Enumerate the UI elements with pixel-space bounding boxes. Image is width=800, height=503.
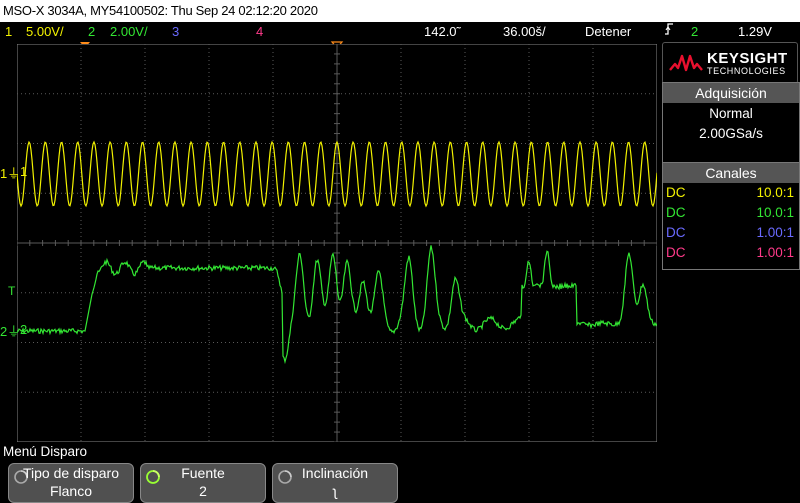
acquisition-mode: Normal [709,106,753,121]
ch1-marker-label: 1 [0,166,8,181]
ch1-trace-label: 1 [20,164,28,179]
ch1-ground-marker[interactable]: 1⏚ [0,163,20,182]
run-state[interactable]: Detener [585,22,631,42]
waveform-display[interactable] [17,44,657,442]
ch1-probe: 10.0:1 [756,185,794,200]
title-bar: MSO-X 3034A, MY54100502: Thu Sep 24 02:1… [0,0,800,22]
keysight-wave-icon [669,54,703,72]
channel-row-3[interactable]: DC 1.00:1 [663,223,799,243]
ch3-number[interactable]: 3 [172,22,179,42]
channels-header: Canales [663,163,799,183]
trigger-type-label: Tipo de disparo [23,465,119,481]
ch3-coupling: DC [666,225,686,240]
trigger-slope-icon [664,22,674,42]
channel-row-1[interactable]: DC 10.0:1 [663,183,799,203]
ch2-probe: 10.0:1 [756,205,794,220]
trigger-source[interactable]: 2 [691,22,698,42]
source-value: 2 [199,483,207,499]
trigger-type-softkey[interactable]: Tipo de disparo Flanco [8,463,134,503]
channel-row-4[interactable]: DC 1.00:1 [663,243,799,263]
ch2-marker-label: 2 [0,324,8,339]
status-bar: 1 5.00V/ 2 2.00V/ 3 4 142.0̃ 36.00š/ Det… [0,22,800,42]
ch4-probe: 1.00:1 [756,245,794,260]
acquisition-header: Adquisición [663,83,799,103]
channels-panel[interactable]: Canales DC 10.0:1 DC 10.0:1 DC 1.00:1 DC… [662,162,800,270]
acquisition-panel[interactable]: Adquisición Normal 2.00GSa/s [662,82,800,164]
menu-title: Menú Disparo [3,444,88,459]
ch3-probe: 1.00:1 [756,225,794,240]
ch1-scale[interactable]: 5.00V/ [26,22,64,42]
trigger-type-value: Flanco [49,483,93,499]
ch2-number[interactable]: 2 [88,22,95,42]
ch1-number[interactable]: 1 [5,22,12,42]
side-panel: KEYSIGHT TECHNOLOGIES Adquisición Normal… [660,42,800,442]
ch1-coupling: DC [666,185,686,200]
acquisition-rate: 2.00GSa/s [699,126,763,141]
ch2-scale[interactable]: 2.00V/ [110,22,148,42]
delay-readout[interactable]: 142.0̃ [424,22,457,42]
keysight-logo: KEYSIGHT TECHNOLOGIES [662,42,798,84]
slope-label: Inclinación [301,465,369,481]
ch2-ground-marker[interactable]: 2⏚ [0,321,20,340]
ch4-number[interactable]: 4 [256,22,263,42]
title-text: MSO-X 3034A, MY54100502: Thu Sep 24 02:1… [3,3,318,18]
ch2-trace-label: 2 [20,322,28,337]
brand-subtitle: TECHNOLOGIES [707,66,786,76]
ch4-coupling: DC [666,245,686,260]
trigger-level[interactable]: 1.29V [738,22,772,42]
slope-softkey[interactable]: Inclinación ʅ [272,463,398,503]
source-label: Fuente [181,465,225,481]
channel-row-2[interactable]: DC 10.0:1 [663,203,799,223]
trigger-level-marker[interactable]: T [8,284,15,298]
timebase-readout[interactable]: 36.00š/ [503,22,546,42]
brand-name: KEYSIGHT [707,50,788,67]
slope-value: ʅ [333,483,337,499]
ch2-coupling: DC [666,205,686,220]
source-softkey[interactable]: Fuente 2 [140,463,266,503]
